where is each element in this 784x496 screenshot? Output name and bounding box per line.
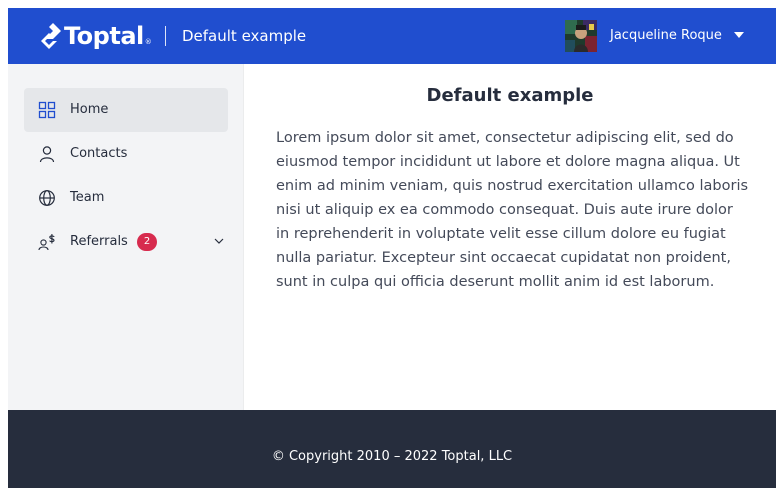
sidebar-item-label: Team [70,190,105,205]
referrals-count-badge: 2 [137,233,157,251]
sidebar-item-label: Contacts [70,146,128,161]
user-avatar [565,20,597,52]
chevron-down-icon[interactable] [214,237,224,245]
main-content: Default example Lorem ipsum dolor sit am… [244,64,776,410]
copyright-text: © Copyright 2010 – 2022 Toptal, LLC [271,449,513,464]
sidebar-item-label: Referrals [70,234,128,249]
sidebar: Home Contacts Team Referrals 2 [8,64,244,410]
footer: © Copyright 2010 – 2022 Toptal, LLC [8,410,776,488]
body-paragraph: Lorem ipsum dolor sit amet, consectetur … [276,130,749,290]
user-menu[interactable]: Jacqueline Roque [565,20,755,52]
header-divider [165,26,166,46]
sidebar-item-contacts[interactable]: Contacts [24,132,228,176]
toptal-logo[interactable]: Toptal ® [40,22,152,50]
referral-dollar-icon [38,234,55,251]
header-page-title: Default example [182,27,307,45]
globe-icon [39,190,55,206]
caret-down-icon[interactable] [734,32,744,38]
user-name: Jacqueline Roque [610,28,722,43]
sidebar-item-label: Home [70,102,109,117]
app-frame: Toptal ® Default example Jacqueline Roqu… [8,8,776,488]
toptal-mark-icon [41,23,61,49]
brand-name: Toptal [64,22,144,50]
grid-icon [38,101,56,119]
top-bar: Toptal ® Default example Jacqueline Roqu… [8,8,776,64]
user-icon [39,146,55,163]
sidebar-item-referrals[interactable]: Referrals 2 [24,220,228,264]
sidebar-item-home[interactable]: Home [24,88,228,132]
sidebar-item-team[interactable]: Team [24,176,228,220]
page-title: Default example [426,85,594,106]
registered-mark: ® [144,38,152,46]
